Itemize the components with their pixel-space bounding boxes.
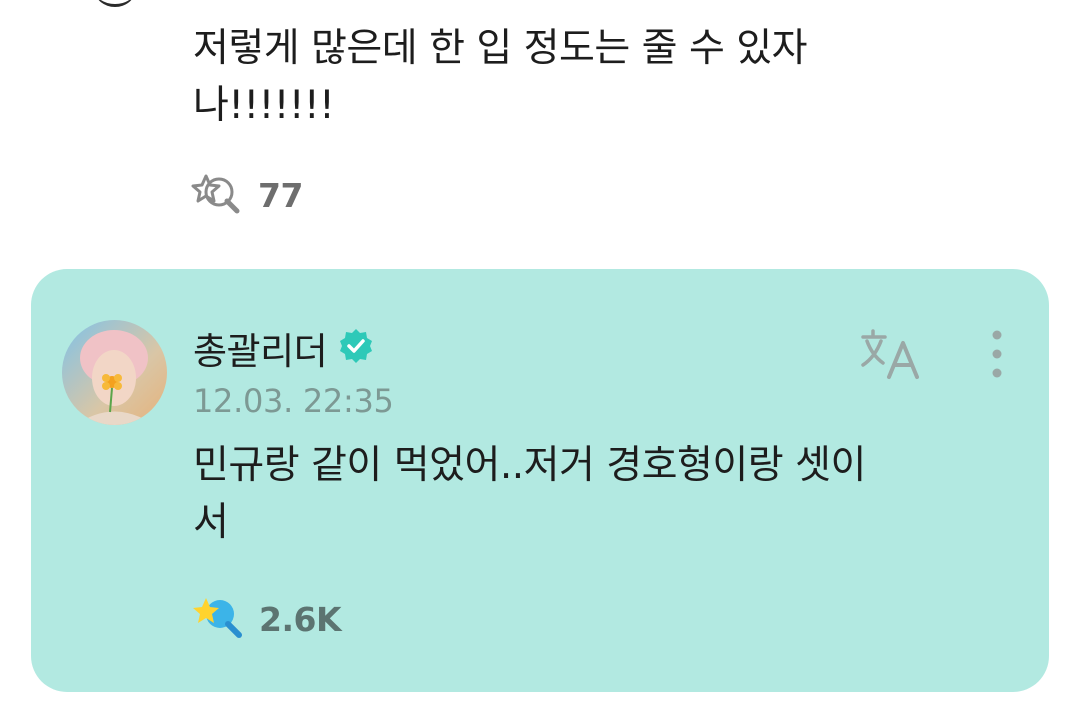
reaction-count: 77 — [258, 175, 303, 215]
more-vertical-icon[interactable] — [979, 327, 1015, 381]
author-name[interactable]: 총괄리더 — [193, 321, 328, 375]
comment-text: 저렇게 많은데 한 입 정도는 줄 수 있자 나!!!!!!! — [193, 26, 807, 128]
verified-badge-icon — [337, 327, 375, 369]
timestamp: 12.03. 22:35 — [193, 382, 394, 420]
comment-reaction[interactable]: 77 — [190, 170, 303, 220]
avatar[interactable] — [62, 320, 167, 425]
reply-reaction[interactable]: 2.6K — [191, 590, 342, 648]
reaction-count: 2.6K — [259, 599, 342, 639]
comment-thread: 저렇게 많은데 한 입 정도는 줄 수 있자 나!!!!!!! 77 총괄리더 … — [0, 0, 1080, 724]
reply-card: 총괄리더 12.03. 22:35 민규랑 같이 먹었어..저거 경호형이랑 셋… — [31, 269, 1049, 692]
reaction-outline-icon[interactable] — [190, 168, 244, 222]
author-row: 총괄리더 — [193, 321, 375, 375]
reaction-filled-icon[interactable] — [191, 590, 245, 648]
translate-icon[interactable] — [859, 325, 925, 383]
reply-text: 민규랑 같이 먹었어..저거 경호형이랑 셋이 서 — [193, 443, 866, 545]
previous-avatar[interactable] — [95, 0, 135, 7]
